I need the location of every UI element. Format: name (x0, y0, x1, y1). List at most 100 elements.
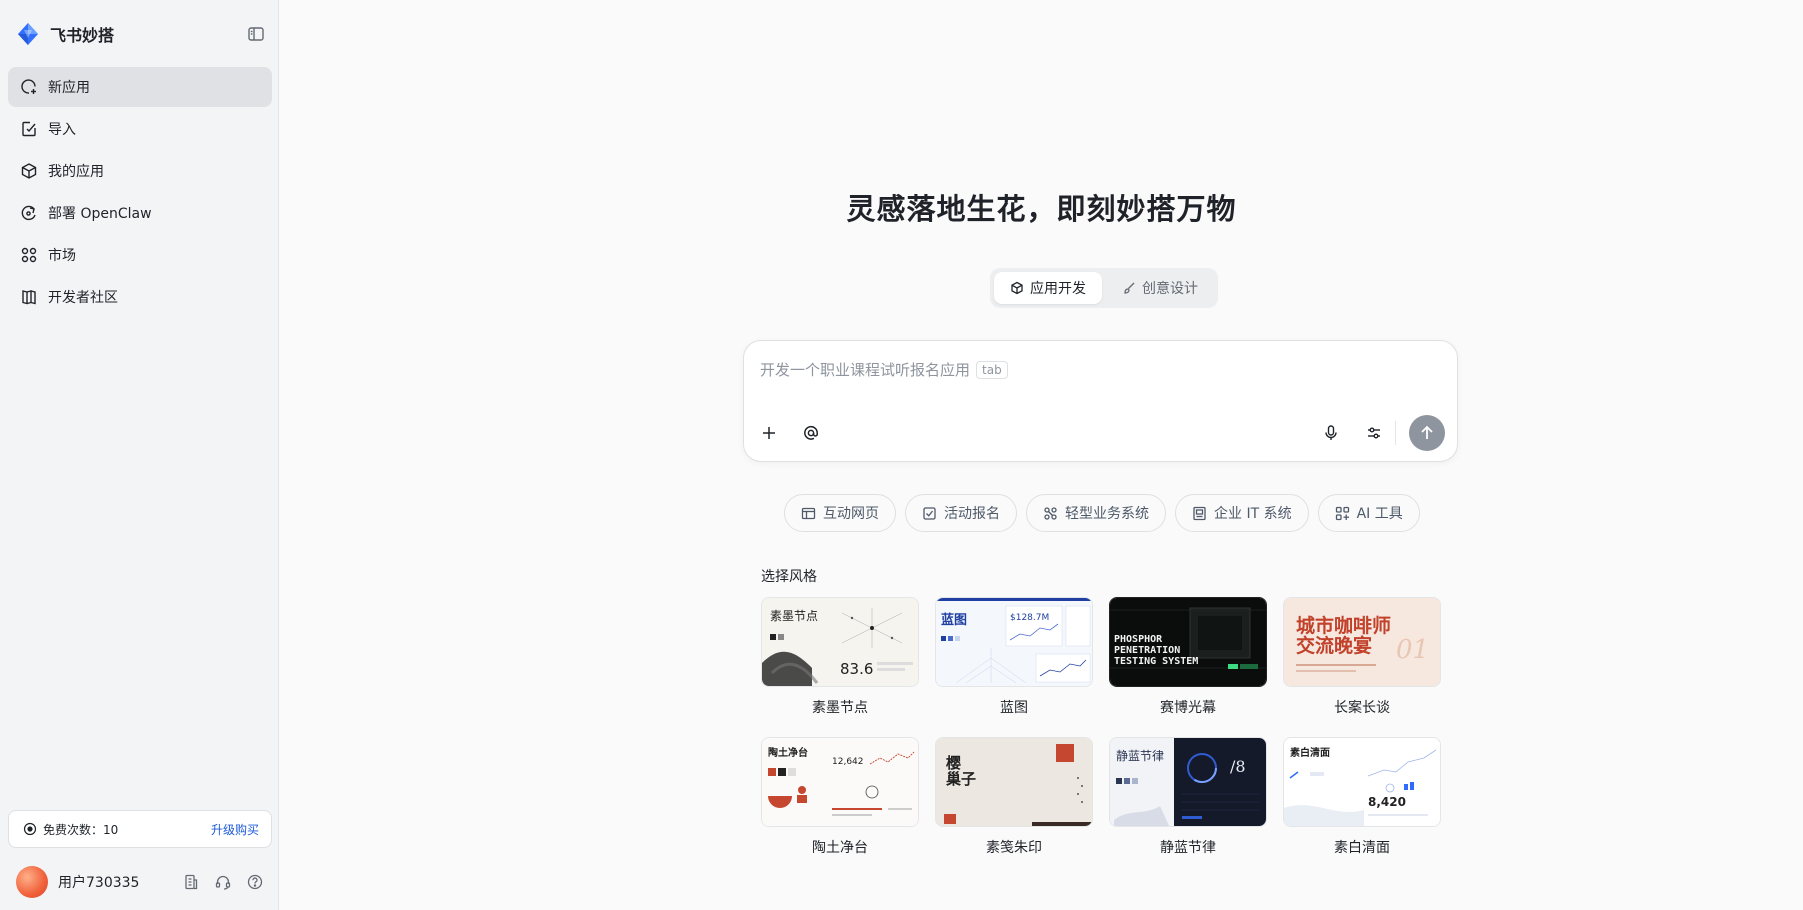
thumb-text: /8 (1230, 757, 1246, 776)
new-app-icon (21, 79, 36, 94)
sliders-icon (1368, 427, 1380, 439)
ink-style-preview: 素墨节点 83.6 (762, 598, 918, 686)
apps-plus-icon (1335, 506, 1349, 520)
composer-divider (1395, 421, 1396, 445)
checkbox-icon (923, 506, 936, 520)
prompt-input[interactable]: 开发一个职业课程试听报名应用 tab (760, 359, 1008, 380)
mode-switch: 应用开发 创意设计 (990, 268, 1218, 308)
thumb-text: 素白清面 (1290, 746, 1330, 759)
thumb-text: 城市咖啡师 (1296, 614, 1391, 637)
thumb-text: PHOSPHOR (1114, 634, 1163, 645)
style-card-label: 赛博光幕 (1160, 700, 1216, 716)
chip-label: 轻型业务系统 (1065, 506, 1149, 522)
style-card-label: 长案长谈 (1334, 700, 1390, 716)
tab-label: 创意设计 (1142, 281, 1198, 297)
sidebar-nav: 新应用 导入 我的应用 部署 OpenClaw 市场 开发者社区 (8, 67, 272, 319)
cyber-style-preview: PHOSPHOR PENETRATION TESTING SYSTEM (1110, 598, 1266, 686)
tab-app-development[interactable]: 应用开发 (994, 272, 1102, 304)
style-card[interactable]: 樱 巢子 素笺朱印 (935, 737, 1093, 857)
book-icon (22, 290, 36, 305)
sidebar-item-import[interactable]: 导入 (8, 109, 272, 149)
sidebar-item-label: 开发者社区 (48, 290, 118, 306)
sidebar: 飞书妙搭 新应用 导入 我的应用 部署 OpenClaw 市场 开发者社区 免费… (0, 0, 279, 910)
send-button[interactable] (1409, 415, 1445, 451)
tab-creative-design[interactable]: 创意设计 (1106, 272, 1214, 304)
chip-ai-tools[interactable]: AI 工具 (1317, 494, 1420, 532)
sidebar-item-label: 导入 (48, 122, 76, 138)
chip-label: 企业 IT 系统 (1214, 506, 1292, 522)
chip-enterprise-it[interactable]: 企业 IT 系统 (1175, 494, 1309, 532)
style-thumbnail: 城市咖啡师 交流晚宴 01 (1283, 597, 1441, 687)
sidebar-toggle-icon[interactable] (246, 24, 266, 44)
main-content: 灵感落地生花，即刻妙搭万物 应用开发 创意设计 开发一个职业课程试听报名应用 t… (280, 0, 1803, 910)
style-card[interactable]: 城市咖啡师 交流晚宴 01 长案长谈 (1283, 597, 1441, 717)
thumb-text: 01 (1396, 635, 1429, 665)
headset-icon[interactable] (214, 873, 232, 891)
chip-interactive-web[interactable]: 互动网页 (784, 494, 896, 532)
style-card[interactable]: 陶土净台 12,642 陶土净台 (761, 737, 919, 857)
arrow-up-icon (1421, 425, 1433, 439)
browser-icon (801, 507, 816, 519)
style-thumbnail: 素墨节点 83.6 (761, 597, 919, 687)
sidebar-item-developer-community[interactable]: 开发者社区 (8, 277, 272, 317)
style-thumbnail: 陶土净台 12,642 (761, 737, 919, 827)
style-card[interactable]: 静蓝节律 /8 静蓝节律 (1109, 737, 1267, 857)
hero-title: 灵感落地生花，即刻妙搭万物 (846, 192, 1237, 226)
sidebar-item-label: 市场 (48, 248, 76, 264)
cube-icon (21, 163, 37, 179)
help-icon[interactable] (246, 873, 264, 891)
template-chips: 互动网页 活动报名 轻型业务系统 企业 IT 系统 AI 工具 (784, 494, 1420, 532)
style-card-label: 静蓝节律 (1160, 840, 1216, 856)
style-card[interactable]: 素墨节点 83.6 素墨节点 (761, 597, 919, 717)
style-card[interactable]: PHOSPHOR PENETRATION TESTING SYSTEM 赛博光幕 (1109, 597, 1267, 717)
at-icon (804, 425, 818, 440)
settings-button[interactable] (1361, 420, 1387, 446)
clay-style-preview: 陶土净台 12,642 (762, 738, 918, 826)
thumb-text: $128.7M (1010, 613, 1049, 623)
chip-event-signup[interactable]: 活动报名 (905, 494, 1017, 532)
prompt-placeholder: 开发一个职业课程试听报名应用 (760, 361, 971, 379)
free-quota-label: 免费次数：10 (43, 822, 119, 837)
building-icon[interactable] (182, 873, 200, 891)
microphone-icon (1325, 425, 1337, 440)
style-thumbnail: PHOSPHOR PENETRATION TESTING SYSTEM (1109, 597, 1267, 687)
chip-label: 互动网页 (823, 506, 879, 522)
prompt-composer[interactable]: 开发一个职业课程试听报名应用 tab (743, 340, 1458, 462)
thumb-text: 12,642 (832, 757, 864, 767)
thumb-text: 83.6 (840, 660, 873, 678)
thumb-text: 蓝图 (941, 612, 967, 628)
nodes-icon (1044, 506, 1057, 520)
claw-icon (21, 205, 36, 221)
sidebar-item-my-apps[interactable]: 我的应用 (8, 151, 272, 191)
server-icon (1193, 506, 1206, 520)
thumb-text: 素墨节点 (770, 609, 818, 623)
plus-icon (763, 427, 775, 439)
style-thumbnail: 蓝图 $128.7M (935, 597, 1093, 687)
thumb-text: 8,420 (1368, 795, 1406, 809)
sidebar-item-label: 部署 OpenClaw (48, 206, 152, 222)
avatar[interactable] (16, 866, 48, 898)
style-section-heading: 选择风格 (761, 569, 817, 585)
grid-icon (21, 247, 37, 263)
mention-button[interactable] (798, 420, 824, 446)
sidebar-item-new-app[interactable]: 新应用 (8, 67, 272, 107)
tab-label: 应用开发 (1030, 281, 1086, 297)
style-card-label: 素墨节点 (812, 700, 868, 716)
style-card[interactable]: 蓝图 $128.7M 蓝图 (935, 597, 1093, 717)
sidebar-item-market[interactable]: 市场 (8, 235, 272, 275)
chip-light-business[interactable]: 轻型业务系统 (1026, 494, 1166, 532)
style-card[interactable]: 素白清面 8,420 素白清面 (1283, 737, 1441, 857)
style-card-label: 陶土净台 (812, 840, 868, 856)
calm-blue-style-preview: 静蓝节律 /8 (1110, 738, 1266, 826)
style-card-label: 素白清面 (1334, 840, 1390, 856)
style-card-label: 素笺朱印 (986, 840, 1042, 856)
sidebar-item-deploy-openclaw[interactable]: 部署 OpenClaw (8, 193, 272, 233)
upgrade-button[interactable]: 升级购买 (211, 821, 259, 838)
chip-label: 活动报名 (944, 506, 1000, 522)
import-icon (22, 121, 36, 137)
style-thumbnail: 静蓝节律 /8 (1109, 737, 1267, 827)
poster-style-preview: 城市咖啡师 交流晚宴 01 (1284, 598, 1440, 686)
voice-input-button[interactable] (1318, 420, 1344, 446)
brand[interactable]: 飞书妙搭 (14, 20, 114, 48)
add-attachment-button[interactable] (756, 420, 782, 446)
